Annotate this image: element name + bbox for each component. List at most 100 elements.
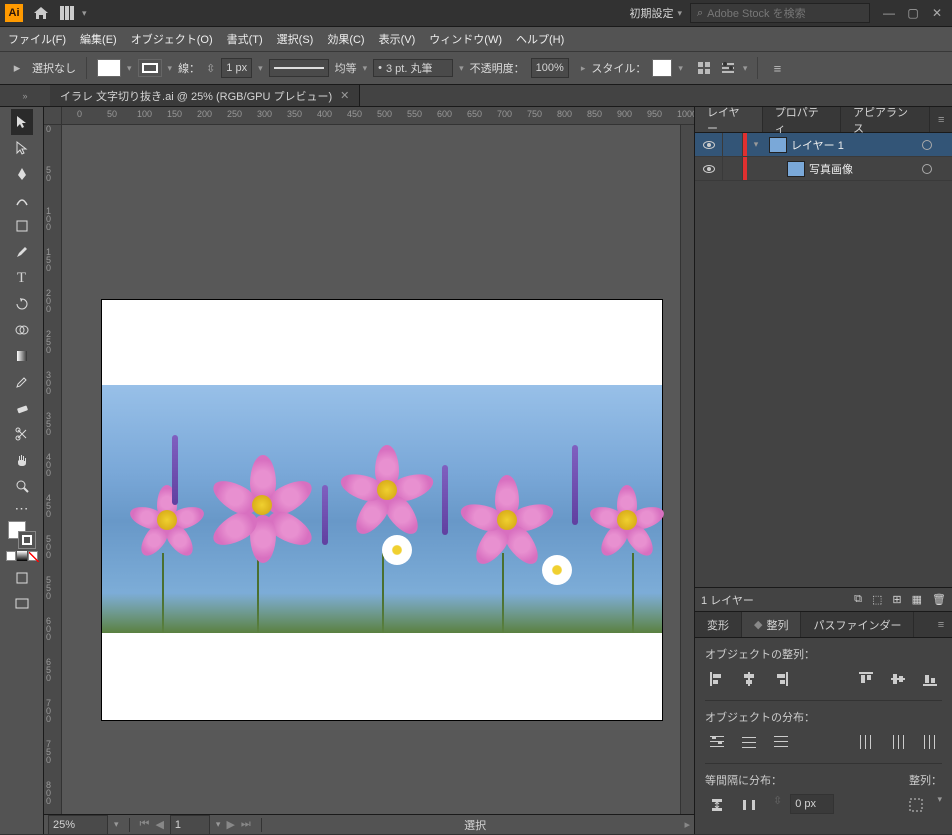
shape-builder-tool[interactable] [11, 317, 33, 343]
locate-object-icon[interactable]: ⧉ [854, 593, 862, 606]
layer-row-1[interactable]: ▾ レイヤー 1 [695, 133, 952, 157]
screen-mode-icon[interactable] [11, 591, 33, 617]
align-top-icon[interactable] [854, 668, 878, 690]
expand-toggle[interactable]: ▾ [747, 139, 765, 150]
spacing-input[interactable]: 0 px [790, 794, 834, 814]
search-box[interactable]: ⌕ Adobe Stock を検索 [690, 3, 870, 23]
lock-toggle[interactable] [723, 157, 743, 180]
panel-toggle-icon[interactable]: ▸ [8, 59, 26, 77]
opacity-input[interactable]: 100% [531, 58, 569, 78]
direct-selection-tool[interactable] [11, 135, 33, 161]
tab-layers[interactable]: レイヤー [695, 107, 763, 132]
align-right-icon[interactable] [769, 668, 793, 690]
stroke-swatch[interactable] [138, 59, 162, 77]
edit-toolbar-icon[interactable]: ⋯ [11, 499, 33, 517]
visibility-toggle[interactable] [695, 133, 723, 156]
eyedropper-tool[interactable] [11, 369, 33, 395]
menu-icon[interactable]: ≡ [768, 59, 786, 77]
status-menu-icon[interactable]: ▸ [684, 818, 690, 831]
zoom-input[interactable]: 25% [48, 815, 108, 835]
style-swatch[interactable] [652, 59, 672, 77]
visibility-toggle[interactable] [695, 157, 723, 180]
preferences-icon[interactable] [719, 59, 737, 77]
tab-transform[interactable]: 変形 [695, 612, 742, 637]
brush-definition[interactable]: • 3 pt. 丸筆 [373, 59, 453, 77]
panel-menu-icon[interactable]: ≡ [930, 107, 952, 132]
maximize-button[interactable]: ▢ [902, 4, 924, 22]
rotate-tool[interactable] [11, 291, 33, 317]
align-vcenter-icon[interactable] [886, 668, 910, 690]
chevron-right-icon[interactable]: ▸ [581, 63, 586, 74]
tab-properties[interactable]: プロパティ [763, 107, 841, 132]
menu-object[interactable]: オブジェクト(O) [131, 31, 213, 47]
doc-setup-icon[interactable] [695, 59, 713, 77]
menu-window[interactable]: ウィンドウ(W) [429, 31, 502, 47]
ruler-corner[interactable] [44, 107, 62, 125]
artboard-next-icon[interactable]: ▶ [226, 818, 234, 831]
distribute-vspace-icon[interactable] [705, 794, 729, 816]
close-button[interactable]: ✕ [926, 4, 948, 22]
pen-tool[interactable] [11, 161, 33, 187]
ruler-horizontal[interactable]: 0501001502002503003504004505005506006507… [62, 107, 694, 125]
type-tool[interactable]: T [11, 265, 33, 291]
distribute-hcenter-icon[interactable] [886, 731, 910, 753]
placed-image[interactable] [102, 385, 662, 633]
panel-menu-icon[interactable]: ≡ [930, 612, 952, 637]
menu-view[interactable]: 表示(V) [379, 31, 416, 47]
artboard-prev-icon[interactable]: ◀ [155, 818, 163, 831]
tools-expand-icon[interactable]: » [22, 91, 27, 101]
workspace-preset[interactable]: 初期設定 ▾ [629, 5, 682, 21]
artboard-number[interactable]: 1 [170, 815, 210, 835]
target-icon[interactable] [914, 140, 940, 150]
rectangle-tool[interactable] [11, 213, 33, 239]
menu-select[interactable]: 選択(S) [277, 31, 314, 47]
document-tab[interactable]: イラレ 文字切り抜き.ai @ 25% (RGB/GPU プレビュー) ✕ [50, 85, 360, 106]
create-sublayer-icon[interactable]: ⊞ [892, 593, 901, 606]
tab-appearance[interactable]: アピアランス [841, 107, 930, 132]
target-icon[interactable] [914, 164, 940, 174]
scissors-tool[interactable] [11, 421, 33, 447]
distribute-left-icon[interactable] [854, 731, 878, 753]
paintbrush-tool[interactable] [11, 239, 33, 265]
menu-edit[interactable]: 編集(E) [80, 31, 117, 47]
distribute-vcenter-icon[interactable] [737, 731, 761, 753]
layer-name[interactable]: 写真画像 [809, 161, 914, 177]
stroke-profile[interactable] [269, 59, 329, 77]
selection-tool[interactable] [11, 109, 33, 135]
distribute-bottom-icon[interactable] [769, 731, 793, 753]
fill-swatch[interactable] [97, 59, 121, 77]
curvature-tool[interactable] [11, 187, 33, 213]
color-mode-row[interactable] [6, 551, 38, 561]
align-hcenter-icon[interactable] [737, 668, 761, 690]
hand-tool[interactable] [11, 447, 33, 473]
layer-row-2[interactable]: 写真画像 [695, 157, 952, 181]
layer-name[interactable]: レイヤー 1 [791, 137, 914, 153]
distribute-top-icon[interactable] [705, 731, 729, 753]
distribute-right-icon[interactable] [918, 731, 942, 753]
scrollbar-vertical[interactable] [680, 125, 694, 814]
align-to-selection-icon[interactable] [905, 794, 929, 816]
distribute-hspace-icon[interactable] [737, 794, 761, 816]
gradient-tool[interactable] [11, 343, 33, 369]
viewport[interactable] [62, 125, 680, 814]
close-tab-icon[interactable]: ✕ [340, 89, 349, 102]
stepper-icon[interactable]: ⇳ [206, 62, 215, 75]
new-layer-icon[interactable]: ▦ [912, 593, 922, 606]
menu-help[interactable]: ヘルプ(H) [516, 31, 564, 47]
menu-type[interactable]: 書式(T) [227, 31, 263, 47]
artboard-prev-first-icon[interactable]: ⏮ [140, 818, 150, 831]
tab-align[interactable]: ◆整列 [742, 612, 801, 637]
zoom-tool[interactable] [11, 473, 33, 499]
artboard-next-last-icon[interactable]: ⏭ [241, 818, 251, 831]
fill-stroke-box[interactable] [8, 521, 36, 549]
eraser-tool[interactable] [11, 395, 33, 421]
arrange-documents[interactable]: ▾ [60, 6, 87, 20]
tab-pathfinder[interactable]: パスファインダー [801, 612, 914, 637]
menu-file[interactable]: ファイル(F) [8, 31, 66, 47]
draw-mode-icon[interactable] [11, 565, 33, 591]
home-icon[interactable] [32, 4, 50, 22]
align-bottom-icon[interactable] [918, 668, 942, 690]
stroke-width-input[interactable]: 1 px [221, 58, 252, 78]
lock-toggle[interactable] [723, 133, 743, 156]
make-clipping-mask-icon[interactable]: ⬚ [872, 593, 882, 606]
